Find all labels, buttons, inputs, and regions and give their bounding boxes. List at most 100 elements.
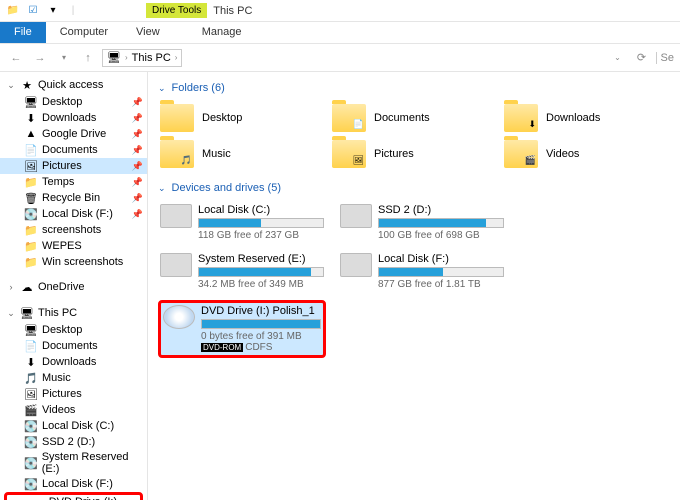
sidebar-quick-item-5[interactable]: 📁Temps📌 bbox=[0, 174, 147, 190]
content-pane: ⌄ Folders (6) Desktop 📄Documents ⬇Download… bbox=[148, 72, 680, 500]
tab-view[interactable]: View bbox=[122, 22, 174, 43]
item-label: Local Disk (C:) bbox=[42, 420, 114, 432]
item-icon: ⬇ bbox=[24, 111, 38, 125]
sidebar-quick-item-0[interactable]: 🖥Desktop📌 bbox=[0, 94, 147, 110]
item-label: Documents bbox=[42, 144, 98, 156]
folder-icon: 🎵 bbox=[160, 140, 194, 168]
item-label: Downloads bbox=[42, 356, 96, 368]
drive-free-space: 877 GB free of 1.81 TB bbox=[378, 279, 504, 290]
sidebar-thispc-item-7[interactable]: 💽SSD 2 (D:) bbox=[0, 434, 147, 450]
drive-item-2[interactable]: System Reserved (E:) 34.2 MB free of 349… bbox=[158, 251, 326, 292]
drive-usage-bar bbox=[198, 267, 324, 277]
sidebar-thispc-item-2[interactable]: ⬇Downloads bbox=[0, 354, 147, 370]
hdd-icon bbox=[340, 204, 372, 228]
item-label: Music bbox=[42, 372, 71, 384]
chevron-icon: ⌄ bbox=[6, 80, 16, 91]
tab-file[interactable]: File bbox=[0, 22, 46, 43]
item-icon: 📄 bbox=[24, 339, 38, 353]
sidebar-onedrive[interactable]: ›☁OneDrive bbox=[0, 278, 147, 296]
forward-button[interactable]: → bbox=[30, 48, 50, 68]
group-icon: 🖥 bbox=[20, 306, 34, 320]
pin-icon: 📌 bbox=[132, 177, 143, 188]
item-icon: 💽 bbox=[24, 207, 38, 221]
hdd-icon bbox=[160, 253, 192, 277]
sidebar-quick-item-4[interactable]: 🖼Pictures📌 bbox=[0, 158, 147, 174]
drives-section-header[interactable]: ⌄ Devices and drives (5) bbox=[158, 178, 670, 198]
item-label: Desktop bbox=[42, 324, 82, 336]
breadcrumb[interactable]: 🖥 › This PC › bbox=[102, 49, 182, 67]
sidebar-thispc-item-0[interactable]: 🖥Desktop bbox=[0, 322, 147, 338]
drive-name: System Reserved (E:) bbox=[198, 253, 324, 265]
sidebar-quick-item-1[interactable]: ⬇Downloads📌 bbox=[0, 110, 147, 126]
sidebar-quick-item-2[interactable]: ▲Google Drive📌 bbox=[0, 126, 147, 142]
pin-icon: 📌 bbox=[132, 209, 143, 220]
sidebar-thispc-item-1[interactable]: 📄Documents bbox=[0, 338, 147, 354]
drive-free-space: 34.2 MB free of 349 MB bbox=[198, 279, 324, 290]
sidebar-quick-item-10[interactable]: 📁 Win screenshots bbox=[0, 254, 147, 270]
drive-item-1[interactable]: SSD 2 (D:) 100 GB free of 698 GB bbox=[338, 202, 506, 243]
item-icon: 💽 bbox=[24, 456, 38, 470]
folder-music[interactable]: 🎵Music bbox=[158, 138, 318, 170]
sidebar-thispc-item-5[interactable]: 🎬Videos bbox=[0, 402, 147, 418]
title-bar: 📁 ☑ ▾ | Drive Tools This PC bbox=[0, 0, 680, 22]
item-icon: 📁 bbox=[24, 223, 38, 237]
item-label: Pictures bbox=[42, 388, 82, 400]
folder-videos[interactable]: 🎬Videos bbox=[502, 138, 662, 170]
drive-item-3[interactable]: Local Disk (F:) 877 GB free of 1.81 TB bbox=[338, 251, 506, 292]
sidebar-thispc-item-3[interactable]: 🎵Music bbox=[0, 370, 147, 386]
drive-usage-bar bbox=[378, 218, 504, 228]
group-label: OneDrive bbox=[38, 281, 84, 293]
tab-manage[interactable]: Manage bbox=[188, 22, 256, 43]
item-label: System Reserved (E:) bbox=[42, 451, 143, 475]
item-icon: ▲ bbox=[24, 127, 38, 141]
item-label: SSD 2 (D:) bbox=[42, 436, 95, 448]
sidebar-this-pc[interactable]: ⌄🖥This PC bbox=[0, 304, 147, 322]
sidebar-thispc-item-10[interactable]: 💿DVD Drive (I:) Polish bbox=[7, 495, 140, 500]
sidebar-quick-item-8[interactable]: 📁 screenshots bbox=[0, 222, 147, 238]
folder-documents[interactable]: 📄Documents bbox=[330, 102, 490, 134]
up-button[interactable]: ↑ bbox=[78, 48, 98, 68]
folder-label: Downloads bbox=[546, 112, 600, 124]
item-label: Win screenshots bbox=[42, 256, 123, 268]
drive-name: DVD Drive (I:) Polish_1 bbox=[201, 305, 321, 317]
pin-icon: 📌 bbox=[132, 97, 143, 108]
sidebar-quick-item-7[interactable]: 💽Local Disk (F:)📌 bbox=[0, 206, 147, 222]
tab-computer[interactable]: Computer bbox=[46, 22, 122, 43]
item-label: DVD Drive (I:) Polish bbox=[49, 496, 136, 500]
search-box[interactable]: Se bbox=[656, 52, 674, 64]
drive-usage-bar bbox=[201, 319, 321, 329]
item-label: Downloads bbox=[42, 112, 96, 124]
qat-separator: | bbox=[64, 2, 82, 20]
item-icon: 📁 bbox=[24, 255, 38, 269]
folder-desktop[interactable]: Desktop bbox=[158, 102, 318, 134]
back-button[interactable]: ← bbox=[6, 48, 26, 68]
folders-section-header[interactable]: ⌄ Folders (6) bbox=[158, 78, 670, 98]
sidebar-thispc-item-8[interactable]: 💽 System Reserved (E:) bbox=[0, 450, 147, 476]
sidebar-thispc-item-6[interactable]: 💽Local Disk (C:) bbox=[0, 418, 147, 434]
properties-icon[interactable]: ☑ bbox=[24, 2, 42, 20]
item-icon: 🖼 bbox=[24, 159, 38, 173]
recent-dropdown[interactable]: ▾ bbox=[54, 48, 74, 68]
sidebar-thispc-item-9[interactable]: 💽Local Disk (F:) bbox=[0, 476, 147, 492]
ribbon-tabs: File Computer View Manage bbox=[0, 22, 680, 44]
item-icon: 🎬 bbox=[24, 403, 38, 417]
sidebar-quick-item-3[interactable]: 📄Documents📌 bbox=[0, 142, 147, 158]
qat-dropdown-icon[interactable]: ▾ bbox=[44, 2, 62, 20]
folder-label: Videos bbox=[546, 148, 579, 160]
sidebar-quick-item-9[interactable]: 📁WEPES bbox=[0, 238, 147, 254]
explorer-icon[interactable]: 📁 bbox=[4, 2, 22, 20]
thispc-icon: 🖥 bbox=[107, 51, 121, 65]
sidebar-quick-access[interactable]: ⌄★Quick access bbox=[0, 76, 147, 94]
drive-item-4[interactable]: DVD Drive (I:) Polish_1 0 bytes free of … bbox=[158, 300, 326, 358]
folder-downloads[interactable]: ⬇Downloads bbox=[502, 102, 662, 134]
item-label: screenshots bbox=[42, 224, 101, 236]
folder-pictures[interactable]: 🖼Pictures bbox=[330, 138, 490, 170]
pin-icon: 📌 bbox=[132, 161, 143, 172]
drive-item-0[interactable]: Local Disk (C:) 118 GB free of 237 GB bbox=[158, 202, 326, 243]
sidebar-thispc-item-4[interactable]: 🖼Pictures bbox=[0, 386, 147, 402]
drive-usage-bar bbox=[378, 267, 504, 277]
sidebar-quick-item-6[interactable]: 🗑Recycle Bin📌 bbox=[0, 190, 147, 206]
address-dropdown[interactable]: ⌄ bbox=[608, 48, 628, 68]
refresh-button[interactable]: ⟳ bbox=[632, 48, 652, 68]
address-bar: ← → ▾ ↑ 🖥 › This PC › ⌄ ⟳ Se bbox=[0, 44, 680, 72]
